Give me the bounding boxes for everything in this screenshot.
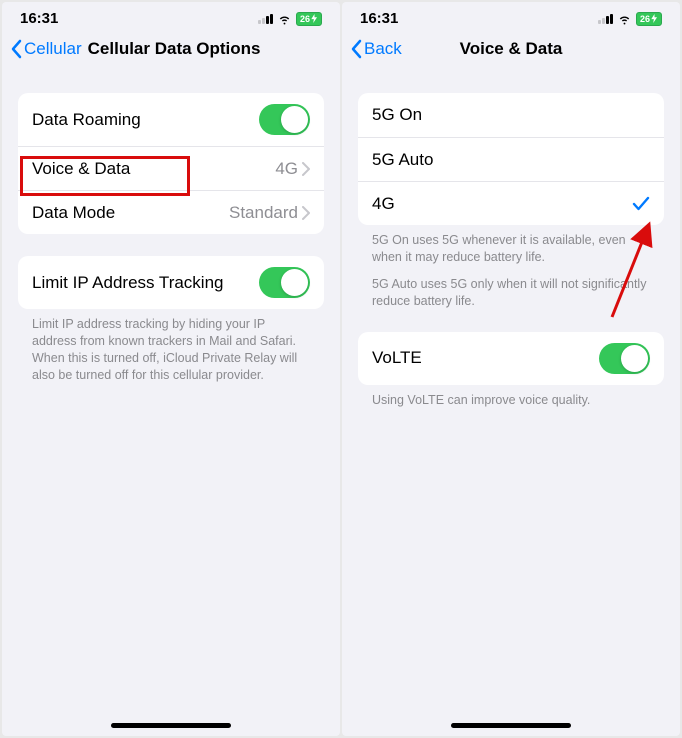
row-5g-on[interactable]: 5G On	[358, 93, 664, 137]
battery-badge: 26	[636, 12, 662, 26]
back-label: Cellular	[24, 39, 82, 59]
content: 5G On 5G Auto 4G 5G On uses 5G whenever …	[342, 71, 680, 736]
row-voice-data[interactable]: Voice & Data 4G	[18, 146, 324, 190]
back-label: Back	[364, 39, 402, 59]
chevron-right-icon	[302, 206, 310, 220]
toggle-on[interactable]	[599, 343, 650, 374]
row-4g[interactable]: 4G	[358, 181, 664, 225]
back-button[interactable]: Cellular	[10, 39, 82, 59]
row-data-roaming[interactable]: Data Roaming	[18, 93, 324, 146]
chevron-right-icon	[302, 162, 310, 176]
row-value: 4G	[275, 159, 310, 179]
nav-bar: Cellular Cellular Data Options	[2, 31, 340, 71]
footer-text: Using VoLTE can improve voice quality.	[358, 385, 664, 409]
footer-text: 5G Auto uses 5G only when it will not si…	[358, 266, 664, 310]
row-label: Data Roaming	[32, 110, 141, 130]
status-right: 26	[258, 11, 322, 26]
home-indicator[interactable]	[451, 723, 571, 728]
phone-right: 16:31 26 Back Voice & Data 5G On 5G Auto…	[342, 2, 680, 736]
row-label: Voice & Data	[32, 159, 130, 179]
volte-group: VoLTE	[358, 332, 664, 385]
wifi-icon	[277, 11, 292, 26]
wifi-icon	[617, 11, 632, 26]
status-time: 16:31	[360, 10, 398, 27]
battery-badge: 26	[296, 12, 322, 26]
row-label: Limit IP Address Tracking	[32, 273, 224, 293]
status-time: 16:31	[20, 10, 58, 27]
signal-icon	[598, 14, 613, 24]
toggle-on[interactable]	[259, 267, 310, 298]
row-5g-auto[interactable]: 5G Auto	[358, 137, 664, 181]
toggle-on[interactable]	[259, 104, 310, 135]
row-limit-ip[interactable]: Limit IP Address Tracking	[18, 256, 324, 309]
status-right: 26	[598, 11, 662, 26]
checkmark-icon	[632, 195, 650, 213]
options-group: 5G On 5G Auto 4G	[358, 93, 664, 225]
row-label: 5G On	[372, 105, 422, 125]
footer-text: 5G On uses 5G whenever it is available, …	[358, 225, 664, 266]
row-label: 5G Auto	[372, 150, 433, 170]
row-label: 4G	[372, 194, 395, 214]
status-bar: 16:31 26	[2, 2, 340, 31]
row-label: Data Mode	[32, 203, 115, 223]
settings-group-1: Data Roaming Voice & Data 4G Data Mode S…	[18, 93, 324, 234]
back-button[interactable]: Back	[350, 39, 402, 59]
page-title: Voice & Data	[460, 39, 563, 59]
row-volte[interactable]: VoLTE	[358, 332, 664, 385]
chevron-left-icon	[10, 39, 22, 59]
row-data-mode[interactable]: Data Mode Standard	[18, 190, 324, 234]
nav-bar: Back Voice & Data	[342, 31, 680, 71]
home-indicator[interactable]	[111, 723, 231, 728]
settings-group-2: Limit IP Address Tracking	[18, 256, 324, 309]
footer-text: Limit IP address tracking by hiding your…	[18, 309, 324, 384]
chevron-left-icon	[350, 39, 362, 59]
row-label: VoLTE	[372, 348, 422, 368]
row-value: Standard	[229, 203, 310, 223]
signal-icon	[258, 14, 273, 24]
phone-left: 16:31 26 Cellular Cellular Data Options …	[2, 2, 340, 736]
page-title: Cellular Data Options	[88, 39, 261, 59]
content: Data Roaming Voice & Data 4G Data Mode S…	[2, 71, 340, 736]
status-bar: 16:31 26	[342, 2, 680, 31]
